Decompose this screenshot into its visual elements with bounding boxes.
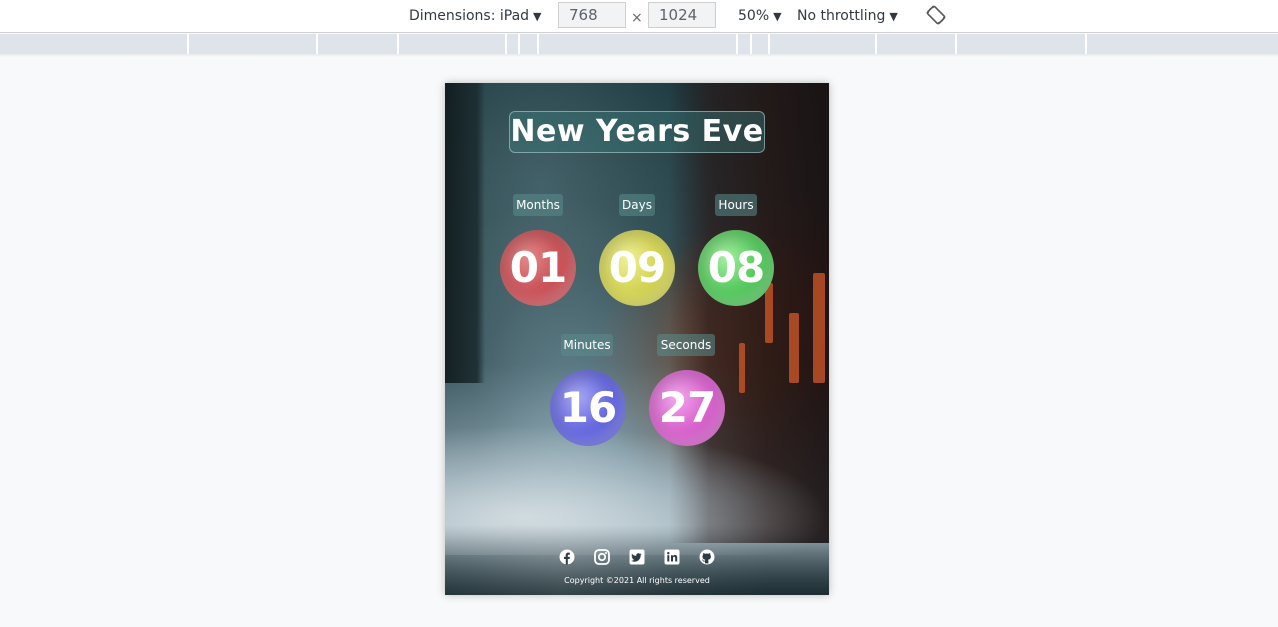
- days-label: Days: [619, 194, 655, 216]
- background-building-left: [445, 83, 485, 383]
- instagram-icon[interactable]: [594, 549, 610, 565]
- hours-label: Hours: [715, 194, 757, 216]
- months-value: 01: [500, 230, 576, 306]
- rotate-icon: [926, 5, 946, 25]
- viewport-width-input[interactable]: 768: [558, 2, 626, 28]
- chevron-down-icon: ▼: [533, 10, 542, 23]
- linkedin-icon[interactable]: [664, 549, 680, 565]
- rotate-button[interactable]: [925, 4, 947, 28]
- twitter-icon[interactable]: [629, 549, 645, 565]
- social-links: [445, 549, 829, 567]
- devtools-device-toolbar: Dimensions: iPad ▼ 768 × 1024 50% ▼ No thr…: [0, 0, 1278, 33]
- chevron-down-icon: ▼: [773, 10, 782, 23]
- viewport-height-input[interactable]: 1024: [648, 2, 716, 28]
- page-title: New Years Eve: [509, 111, 765, 153]
- throttling-label: No throttling: [797, 8, 886, 24]
- dimension-separator: ×: [631, 10, 643, 26]
- throttling-selector[interactable]: No throttling ▼: [797, 0, 898, 32]
- months-label: Months: [513, 194, 563, 216]
- minutes-label: Minutes: [561, 334, 613, 356]
- seconds-label: Seconds: [657, 334, 715, 356]
- zoom-label: 50%: [738, 8, 770, 24]
- facebook-icon[interactable]: [559, 549, 575, 565]
- copyright-text: Copyright ©2021 All rights reserved: [564, 576, 710, 585]
- device-viewport: New Years Eve Months 01 Days 09 Hours 08…: [445, 83, 829, 595]
- device-selector[interactable]: Dimensions: iPad ▼: [409, 0, 542, 32]
- days-value: 09: [599, 230, 675, 306]
- toolbar-shadow: [0, 54, 1278, 57]
- media-query-bar[interactable]: [0, 34, 1278, 54]
- minutes-value: 16: [550, 370, 626, 446]
- seconds-value: 27: [649, 370, 725, 446]
- device-selector-label: Dimensions: iPad: [409, 8, 530, 24]
- github-icon[interactable]: [699, 549, 715, 565]
- zoom-selector[interactable]: 50% ▼: [738, 0, 782, 32]
- chevron-down-icon: ▼: [889, 10, 898, 23]
- hours-value: 08: [698, 230, 774, 306]
